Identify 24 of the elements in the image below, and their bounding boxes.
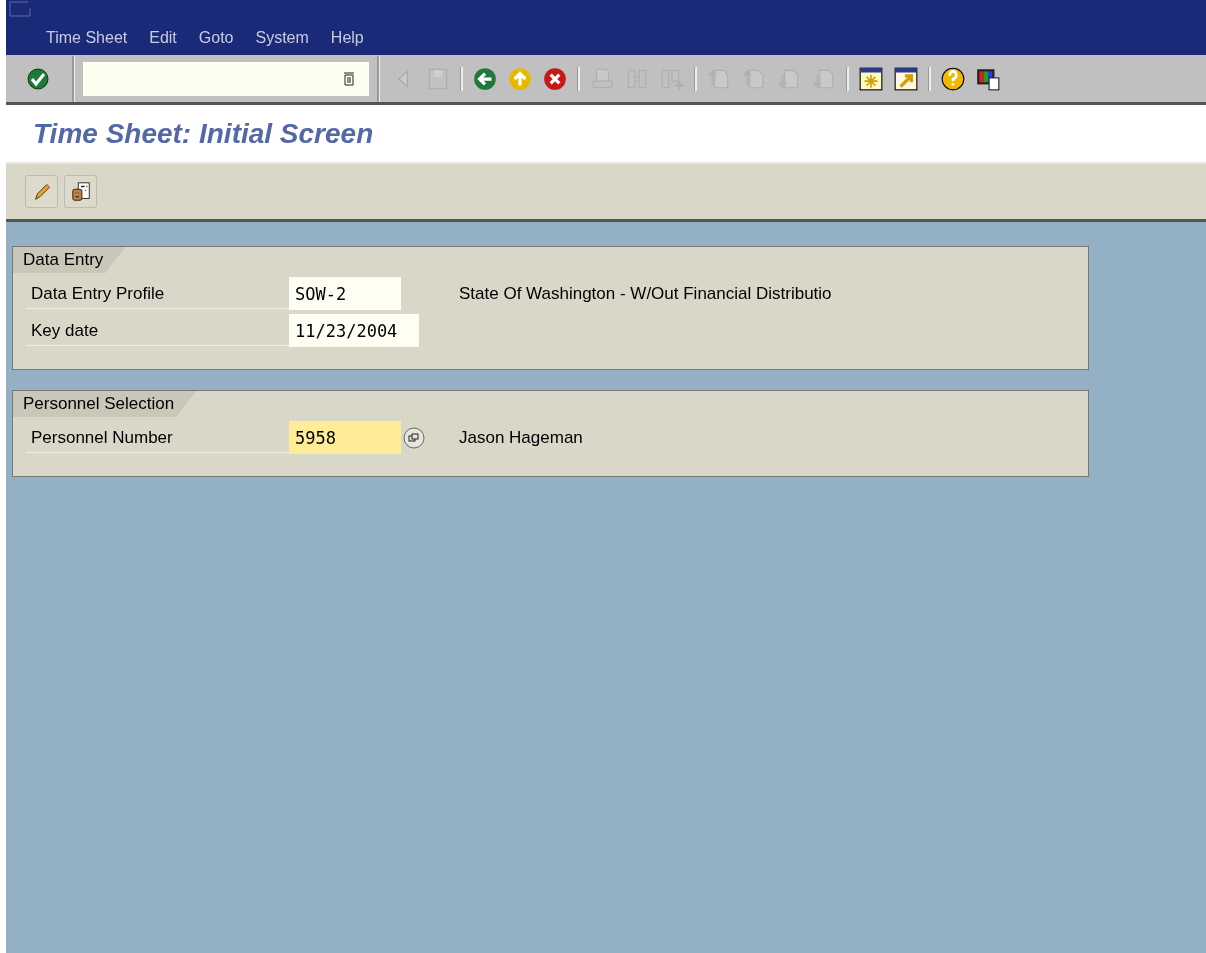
field-description: Jason Hageman xyxy=(459,427,583,448)
menu-item[interactable]: Goto xyxy=(198,29,234,47)
menu-item[interactable]: Edit xyxy=(149,29,177,47)
group-title: Personnel Selection xyxy=(13,391,197,417)
shortcut-icon[interactable] xyxy=(893,65,919,92)
field-description: State Of Washington - W/Out Financial Distributio xyxy=(459,283,832,304)
cancel-icon[interactable] xyxy=(542,65,568,92)
input-field[interactable]: 11/23/2004 xyxy=(289,314,419,347)
input-field[interactable]: 5958 xyxy=(289,421,401,454)
command-field[interactable] xyxy=(83,61,369,96)
menu-item[interactable]: Help xyxy=(330,29,364,47)
new-window-icon[interactable] xyxy=(858,65,884,92)
settings-button[interactable] xyxy=(64,175,97,208)
input-field[interactable]: SOW-2 xyxy=(289,277,401,310)
pencil-button[interactable] xyxy=(25,175,58,208)
group-title: Data Entry xyxy=(13,247,126,273)
back-icon[interactable] xyxy=(472,65,498,92)
help-icon[interactable] xyxy=(940,65,966,92)
enter-icon[interactable] xyxy=(26,66,50,91)
lookup-icon[interactable] xyxy=(403,426,425,449)
dropdown-icon[interactable] xyxy=(343,71,355,86)
screen-title: Time Sheet: Initial Screen xyxy=(33,117,374,150)
menu-item[interactable]: System xyxy=(255,29,309,47)
menu-item[interactable]: Time Sheet xyxy=(46,29,128,47)
